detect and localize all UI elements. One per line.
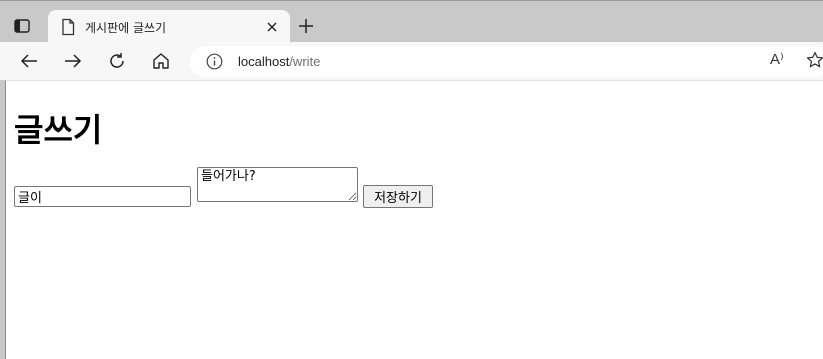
- tab-close-button[interactable]: [264, 19, 280, 35]
- address-bar[interactable]: localhost/write: [190, 46, 823, 77]
- tab-actions-button[interactable]: [10, 15, 34, 37]
- plus-icon: [299, 19, 313, 33]
- forward-button[interactable]: [62, 50, 84, 72]
- page-content: 글쓰기 들어가나? 저장하기: [5, 80, 823, 359]
- page-title: 글쓰기: [14, 111, 103, 149]
- new-tab-button[interactable]: [296, 16, 316, 36]
- tab-actions-icon: [14, 19, 30, 33]
- browser-window: 게시판에 글쓰기 localhost/write A⁾ 글쓰기 글이 들어가나?…: [0, 0, 823, 359]
- home-icon: [153, 53, 169, 69]
- site-info-icon[interactable]: [206, 53, 223, 70]
- tab-strip: 게시판에 글쓰기: [0, 0, 823, 44]
- tab-title: 게시판에 글쓰기: [85, 21, 167, 35]
- post-body-textarea[interactable]: 들어가나?: [197, 167, 358, 202]
- back-arrow-icon: [20, 54, 37, 68]
- forward-arrow-icon: [65, 54, 82, 68]
- favorite-star-icon[interactable]: [806, 51, 823, 69]
- active-tab[interactable]: 게시판에 글쓰기: [48, 10, 290, 44]
- refresh-icon: [110, 53, 124, 68]
- read-aloud-button[interactable]: A⁾: [770, 50, 784, 68]
- url-text[interactable]: localhost/write: [238, 54, 320, 69]
- back-button[interactable]: [18, 50, 40, 72]
- post-title-input[interactable]: [14, 186, 191, 207]
- url-path: /write: [289, 54, 321, 69]
- page-document-icon: [62, 18, 75, 36]
- close-icon: [267, 22, 277, 32]
- navigation-toolbar: localhost/write: [0, 42, 823, 80]
- url-host: localhost: [238, 54, 290, 69]
- save-button[interactable]: 저장하기: [363, 185, 433, 208]
- refresh-button[interactable]: [106, 50, 128, 72]
- home-button[interactable]: [150, 50, 172, 72]
